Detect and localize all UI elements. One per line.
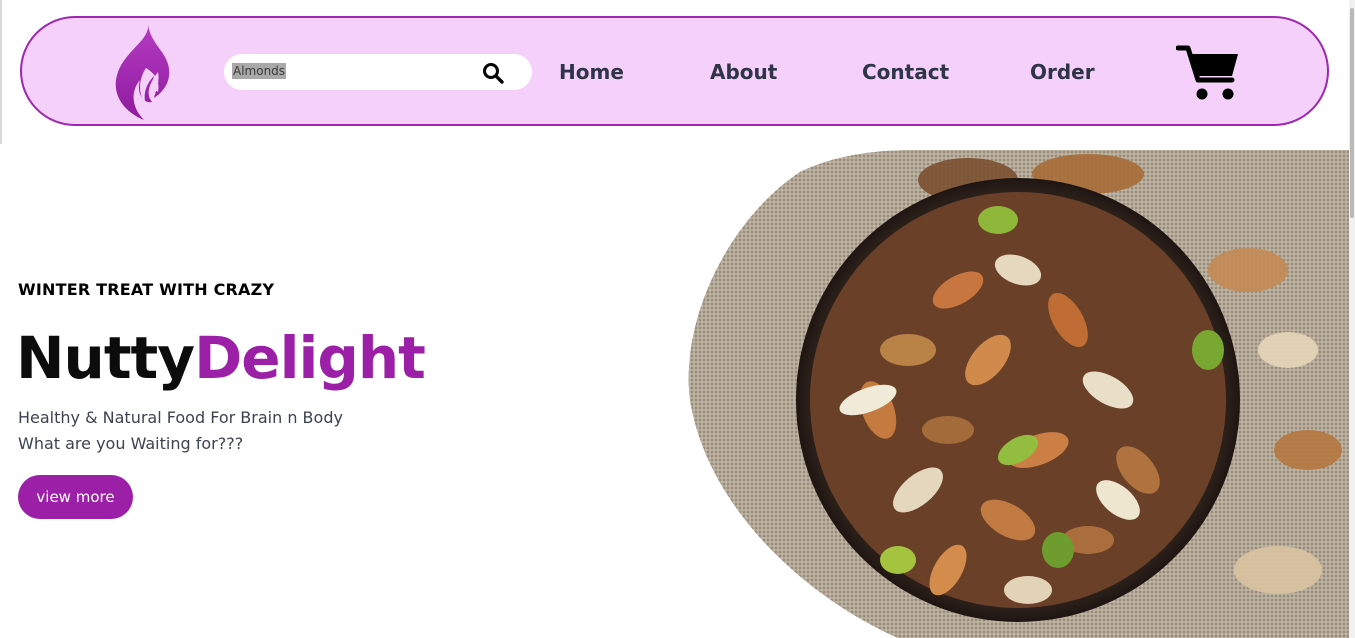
hero-nuts-image [688, 150, 1350, 638]
search-box: Almonds [224, 54, 532, 90]
shopping-cart-icon[interactable] [1176, 42, 1242, 104]
hero-title-part2: Delight [194, 324, 426, 392]
scrollbar-thumb[interactable] [1350, 8, 1354, 218]
view-more-button[interactable]: view more [18, 475, 133, 519]
flame-icon[interactable] [110, 20, 174, 124]
nav-link-contact[interactable]: Contact [862, 58, 949, 86]
search-input[interactable] [232, 62, 472, 82]
nav-link-order[interactable]: Order [1030, 58, 1095, 86]
navbar: Almonds Home About Contact Order [20, 16, 1329, 126]
hero-subtitle-line2: What are you Waiting for??? [18, 434, 244, 453]
search-icon[interactable] [481, 61, 505, 85]
hero-tagline: WINTER TREAT WITH CRAZY [18, 280, 275, 299]
hero-subtitle-line1: Healthy & Natural Food For Brain n Body [18, 408, 343, 427]
hero-title-part1: Nutty [16, 324, 195, 392]
nav-link-home[interactable]: Home [559, 58, 624, 86]
hero-title: NuttyDelight [16, 318, 426, 398]
scrollbar[interactable] [1349, 0, 1355, 638]
nav-link-about[interactable]: About [710, 58, 777, 86]
page-edge [0, 0, 2, 144]
